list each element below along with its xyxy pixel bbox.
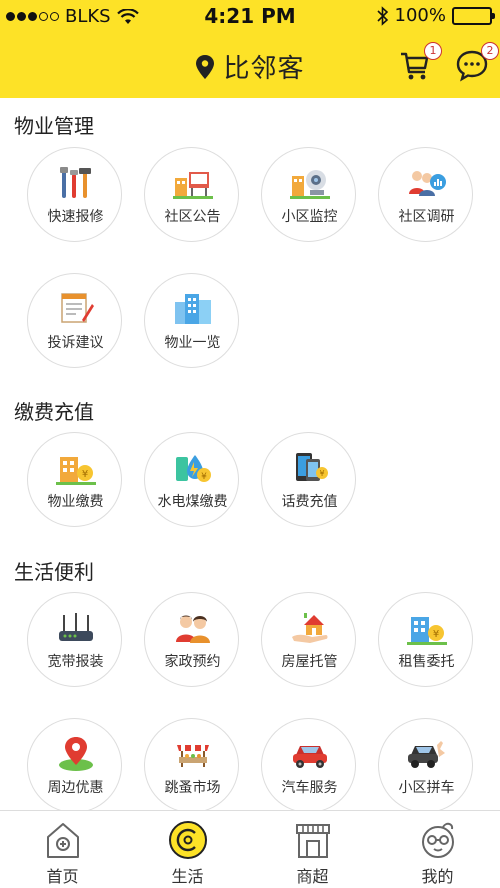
tile-label: 物业缴费 xyxy=(47,494,104,510)
tile-label: 家政预约 xyxy=(164,654,221,670)
bluetooth-icon xyxy=(376,5,388,26)
home-icon xyxy=(46,823,79,858)
tile-carpool[interactable]: 小区拼车 xyxy=(378,718,473,813)
tab-label: 首页 xyxy=(46,867,79,886)
status-bar: BLKS 4:21 PM 100% xyxy=(0,0,500,32)
phone-coin-icon: ¥ xyxy=(295,453,328,481)
tile-label: 宽带报装 xyxy=(47,654,104,670)
camera-monitor-icon xyxy=(289,170,330,199)
building-coin-icon: ¥ xyxy=(55,457,96,485)
car-hand-icon xyxy=(407,741,445,768)
nav-bar: 比邻客 1 2 xyxy=(0,40,500,92)
life-icon xyxy=(168,821,207,859)
tile-label: 社区公告 xyxy=(164,209,221,225)
market-stall-icon xyxy=(176,745,209,767)
tab-home[interactable]: 首页 xyxy=(0,811,125,888)
tab-store[interactable]: 商超 xyxy=(250,811,375,888)
section-title-payment: 缴费充值 xyxy=(14,400,94,424)
couple-icon xyxy=(175,615,210,643)
tile-label: 社区调研 xyxy=(398,209,455,225)
tile-community-notice[interactable]: 社区公告 xyxy=(144,147,239,242)
tab-label: 商超 xyxy=(296,867,329,886)
tile-broadband[interactable]: 宽带报装 xyxy=(27,592,122,687)
tile-label: 水电煤缴费 xyxy=(157,494,228,510)
tab-bar: 首页 生活 商超 我的 xyxy=(0,810,500,888)
profile-icon xyxy=(421,822,454,858)
chat-badge: 2 xyxy=(481,42,499,60)
building-coin-icon: ¥ xyxy=(406,617,447,645)
complaint-form-icon xyxy=(60,293,94,323)
section-title-life: 生活便利 xyxy=(14,560,94,584)
tools-icon xyxy=(59,167,91,198)
notice-board-icon xyxy=(172,172,213,199)
tile-phone-recharge[interactable]: ¥ 话费充值 xyxy=(261,432,356,527)
tile-label: 物业一览 xyxy=(164,335,221,351)
survey-people-icon xyxy=(408,171,446,196)
battery-percent: 100% xyxy=(394,5,446,26)
location-pin-icon[interactable] xyxy=(195,54,215,80)
section-title-property: 物业管理 xyxy=(14,114,94,138)
message-button[interactable]: 2 xyxy=(455,42,499,84)
tile-property-overview[interactable]: 物业一览 xyxy=(144,273,239,368)
tile-label: 周边优惠 xyxy=(47,780,104,796)
tile-community-survey[interactable]: 社区调研 xyxy=(378,147,473,242)
svg-text:¥: ¥ xyxy=(201,472,207,482)
svg-text:¥: ¥ xyxy=(319,469,324,478)
svg-text:¥: ¥ xyxy=(81,469,87,480)
utility-coin-icon: ¥ xyxy=(175,455,211,482)
tile-property-fee[interactable]: ¥ 物业缴费 xyxy=(27,432,122,527)
tile-label: 汽车服务 xyxy=(281,780,338,796)
tile-label: 投诉建议 xyxy=(47,335,104,351)
red-car-icon xyxy=(292,746,327,768)
cart-button[interactable]: 1 xyxy=(398,42,442,84)
page-title[interactable]: 比邻客 xyxy=(223,48,304,85)
tile-label: 跳蚤市场 xyxy=(164,780,221,796)
tile-label: 小区拼车 xyxy=(398,780,455,796)
tile-community-monitor[interactable]: 小区监控 xyxy=(261,147,356,242)
map-pin-icon xyxy=(58,737,93,771)
svg-text:¥: ¥ xyxy=(432,629,438,640)
app-header: BLKS 4:21 PM 100% 比邻客 1 2 xyxy=(0,0,500,98)
tab-label: 生活 xyxy=(171,867,204,886)
tile-label: 小区监控 xyxy=(281,209,338,225)
tile-label: 话费充值 xyxy=(281,494,338,510)
tab-life[interactable]: 生活 xyxy=(125,811,250,888)
battery-icon xyxy=(452,6,495,25)
store-icon xyxy=(295,824,330,858)
tile-complaint[interactable]: 投诉建议 xyxy=(27,273,122,368)
tile-nearby-deals[interactable]: 周边优惠 xyxy=(27,718,122,813)
tile-rent-sale[interactable]: ¥ 租售委托 xyxy=(378,592,473,687)
tile-quick-repair[interactable]: 快速报修 xyxy=(27,147,122,242)
tile-label: 房屋托管 xyxy=(281,654,338,670)
tile-utility-fee[interactable]: ¥ 水电煤缴费 xyxy=(144,432,239,527)
buildings-icon xyxy=(174,294,211,324)
tab-profile[interactable]: 我的 xyxy=(375,811,500,888)
router-icon xyxy=(58,613,93,641)
tile-flea-market[interactable]: 跳蚤市场 xyxy=(144,718,239,813)
tile-car-service[interactable]: 汽车服务 xyxy=(261,718,356,813)
cart-badge: 1 xyxy=(424,42,442,60)
house-hand-icon xyxy=(291,613,327,643)
tile-label: 快速报修 xyxy=(47,209,104,225)
tile-house-trust[interactable]: 房屋托管 xyxy=(261,592,356,687)
tab-label: 我的 xyxy=(421,867,454,886)
tile-label: 租售委托 xyxy=(398,654,455,670)
tile-housekeeping[interactable]: 家政预约 xyxy=(144,592,239,687)
